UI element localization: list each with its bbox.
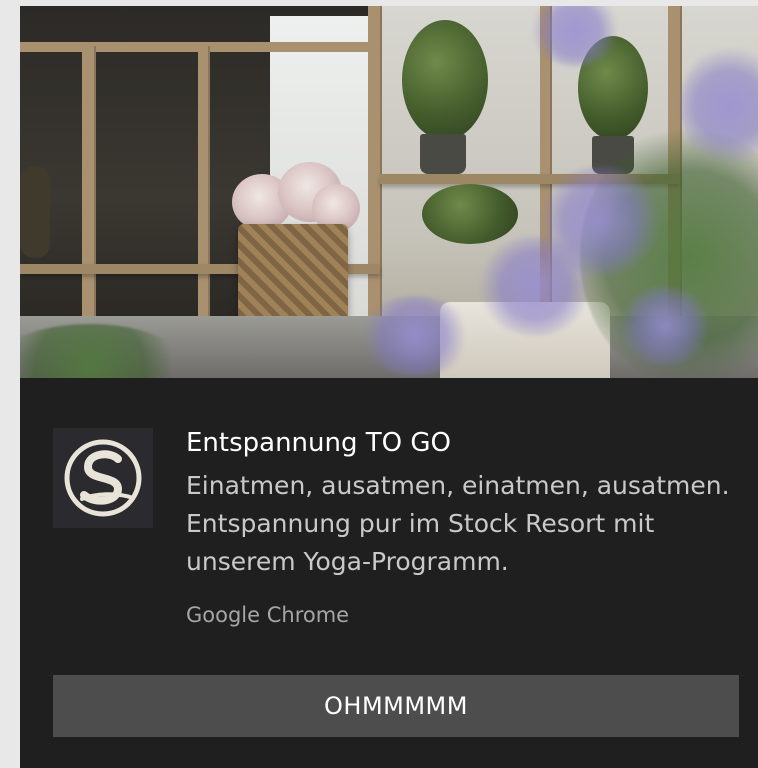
hero-image (20, 6, 758, 378)
screen-background: Entspannung TO GO Einatmen, ausatmen, ei… (0, 0, 758, 768)
notification-toast[interactable]: Entspannung TO GO Einatmen, ausatmen, ei… (20, 6, 758, 768)
stock-resort-logo-icon (53, 428, 153, 528)
notification-title: Entspannung TO GO (186, 428, 451, 458)
notification-message: Einatmen, ausatmen, einatmen, ausatmen. … (186, 471, 730, 576)
notification-source: Google Chrome (186, 603, 350, 627)
ohmmmmm-action-button[interactable]: OHMMMMM (53, 675, 739, 737)
s-logo-icon (64, 439, 142, 517)
